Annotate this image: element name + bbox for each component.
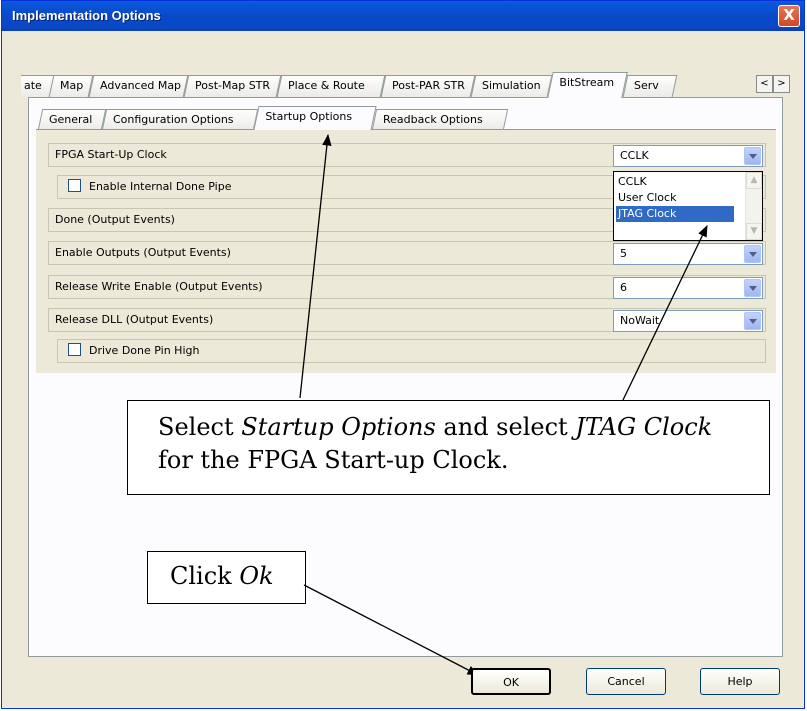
arrow-to-ok-button (303, 584, 480, 676)
help-button[interactable]: Help (700, 668, 780, 695)
annotation-arrows (299, 133, 708, 676)
tab-startup-options[interactable]: Startup Options (253, 106, 377, 130)
arrow-to-jtag-clock (622, 224, 708, 401)
ok-button[interactable]: OK (471, 668, 551, 695)
tab-bitstream[interactable]: BitStream (547, 72, 628, 98)
cancel-button[interactable]: Cancel (586, 668, 666, 695)
arrow-to-startup-tab (299, 133, 332, 399)
